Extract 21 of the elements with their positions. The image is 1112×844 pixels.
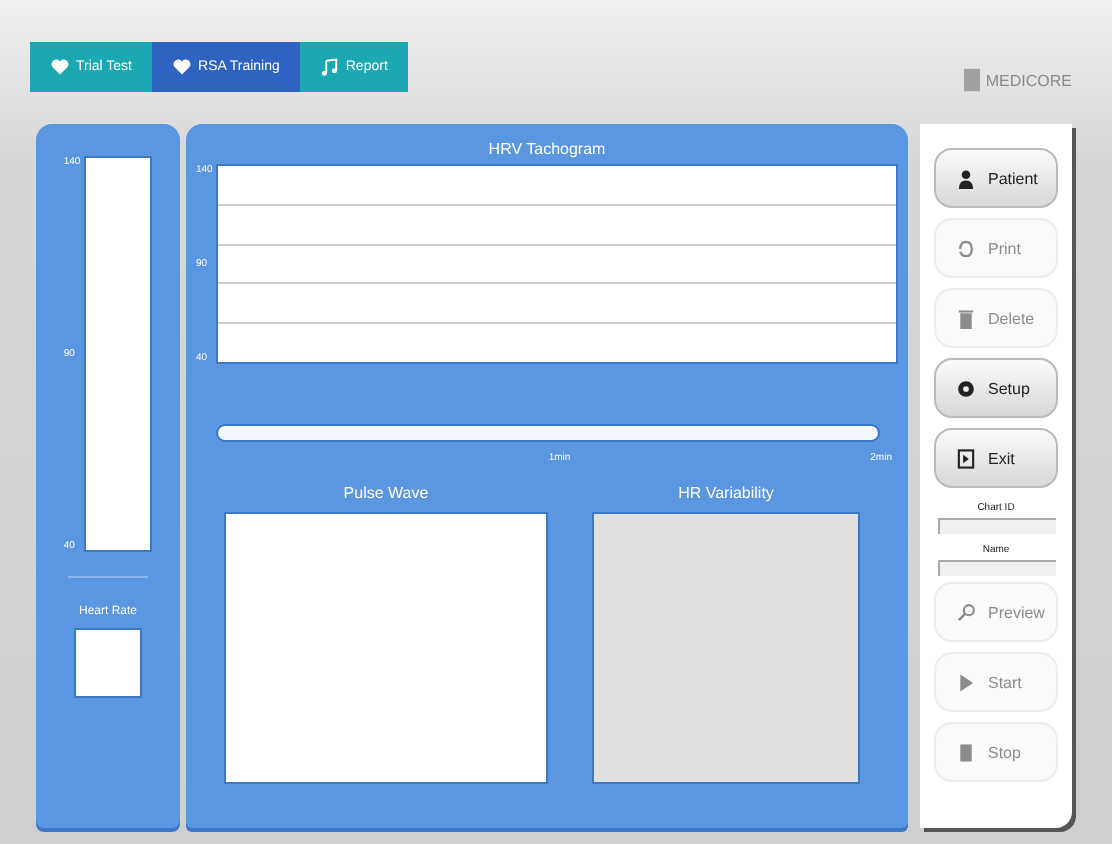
heart-rate-display bbox=[74, 628, 142, 698]
play-icon bbox=[956, 671, 976, 693]
person-icon bbox=[956, 167, 976, 189]
chart-title: HR Variability bbox=[678, 484, 774, 502]
chart-title: HRV Tachogram bbox=[488, 140, 606, 158]
logo-text: MEDICORE bbox=[985, 71, 1072, 89]
search-icon bbox=[956, 601, 976, 623]
logo-icon bbox=[963, 68, 980, 92]
input-field[interactable] bbox=[937, 518, 1055, 534]
side-button[interactable]: Setup bbox=[934, 358, 1058, 418]
input-field[interactable] bbox=[937, 560, 1055, 576]
side-button[interactable]: Patient bbox=[934, 148, 1058, 208]
gear-icon bbox=[956, 377, 976, 399]
side-button[interactable]: Exit bbox=[934, 428, 1058, 488]
stop-icon bbox=[956, 741, 976, 763]
note-icon bbox=[319, 58, 340, 76]
heart-icon bbox=[50, 58, 70, 76]
chart-title: Pulse Wave bbox=[343, 484, 429, 502]
heart-icon bbox=[172, 58, 193, 76]
trash-icon bbox=[956, 307, 976, 329]
exit-icon bbox=[956, 447, 976, 469]
